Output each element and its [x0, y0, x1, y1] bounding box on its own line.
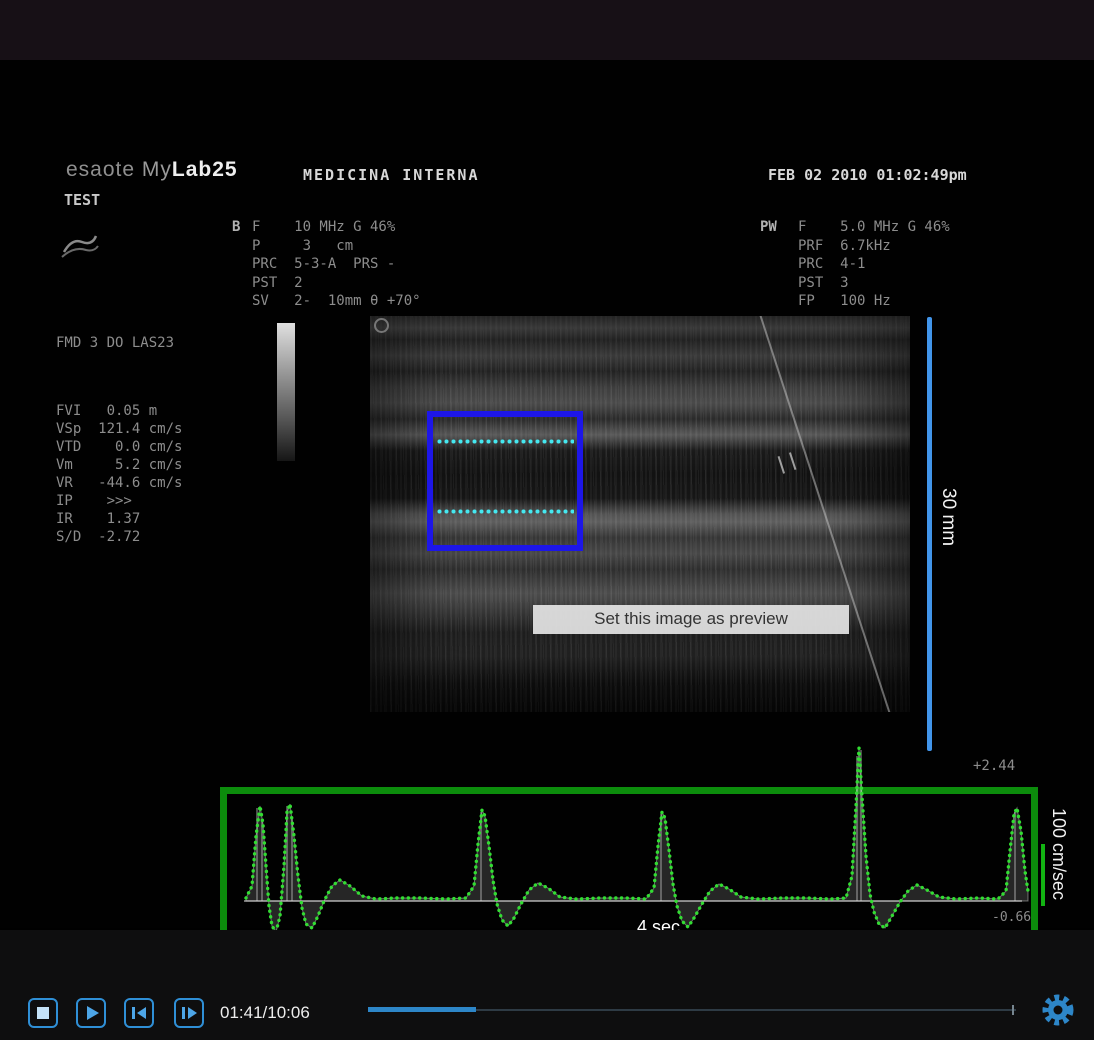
measurement-line: FVI 0.05 m	[56, 402, 182, 420]
top-bar	[0, 0, 1094, 60]
measurement-line: VTD 0.0 cm/s	[56, 438, 182, 456]
progress-fill	[368, 1007, 476, 1012]
player-bar: 01:41/10:06	[0, 930, 1094, 1040]
doppler-min-value: -0.66	[992, 909, 1031, 927]
b-mode-params: F 10 MHz G 46% P 3 cm PRC 5-3-A PRS - PS…	[252, 218, 421, 311]
next-frame-icon	[176, 1000, 202, 1026]
stop-button[interactable]	[28, 998, 58, 1028]
time-display: 01:41/10:06	[220, 1003, 310, 1023]
orientation-marker-icon	[374, 318, 389, 333]
probe-icon	[58, 228, 102, 262]
settings-button[interactable]	[1040, 992, 1076, 1028]
prev-frame-button[interactable]	[124, 998, 154, 1028]
prev-frame-icon	[126, 1000, 152, 1026]
study-label: FMD 3 DO LAS23	[56, 334, 174, 352]
department-label: MEDICINA INTERNA	[303, 166, 480, 184]
brand-text: esaote	[66, 158, 135, 181]
ultrasound-screen: esaote MyLab25 TEST MEDICINA INTERNA FEB…	[0, 60, 1094, 928]
measurement-line: IP >>>	[56, 492, 182, 510]
pw-mode-params: F 5.0 MHz G 46% PRF 6.7kHz PRC 4-1 PST 3…	[798, 218, 950, 311]
esaote-logo: esaote MyLab25	[66, 158, 238, 182]
depth-scale-line	[927, 317, 932, 751]
stop-icon	[30, 1000, 56, 1026]
imt-dots-near-wall	[436, 439, 574, 444]
b-param-line: F 10 MHz G 46%	[252, 218, 421, 237]
pw-param-line: PST 3	[798, 274, 950, 293]
roi-box	[427, 411, 583, 551]
model-prefix: My	[142, 158, 172, 181]
depth-scale-label: 30 mm	[937, 488, 959, 546]
pw-mode-label: PW	[760, 218, 777, 236]
pw-param-line: F 5.0 MHz G 46%	[798, 218, 950, 237]
measurement-line: S/D -2.72	[56, 528, 182, 546]
measurement-line: Vm 5.2 cm/s	[56, 456, 182, 474]
measurement-line: VSp 121.4 cm/s	[56, 420, 182, 438]
gear-icon	[1040, 992, 1076, 1028]
sample-volume-gate	[778, 452, 797, 473]
set-preview-button[interactable]: Set this image as preview	[533, 605, 849, 634]
datetime-label: FEB 02 2010 01:02:49pm	[768, 166, 967, 184]
progress-bar[interactable]	[368, 1004, 1016, 1016]
next-frame-button[interactable]	[174, 998, 204, 1028]
pw-param-line: PRF 6.7kHz	[798, 237, 950, 256]
b-mode-label: B	[232, 218, 240, 236]
model-text: Lab25	[172, 158, 238, 181]
velocity-scale-label: 100 cm/sec	[1048, 808, 1069, 900]
b-param-line: PRC 5-3-A PRS -	[252, 255, 421, 274]
b-param-line: P 3 cm	[252, 237, 421, 256]
imt-dots-far-wall	[436, 509, 574, 514]
pw-cursor-line	[757, 316, 907, 712]
measurement-line: IR 1.37	[56, 510, 182, 528]
doppler-max-value: +2.44	[973, 757, 1015, 775]
grayscale-bar	[277, 323, 295, 461]
b-param-line: PST 2	[252, 274, 421, 293]
measurements-panel: FVI 0.05 m VSp 121.4 cm/s VTD 0.0 cm/s V…	[56, 402, 182, 546]
patient-id: TEST	[64, 191, 100, 209]
app-window: esaote MyLab25 TEST MEDICINA INTERNA FEB…	[0, 0, 1094, 1040]
velocity-scale-line	[1041, 844, 1045, 906]
play-icon	[78, 1000, 104, 1026]
b-param-line: SV 2- 10mm θ +70°	[252, 292, 421, 311]
play-button[interactable]	[76, 998, 106, 1028]
progress-end-tick	[1012, 1005, 1014, 1015]
pw-param-line: FP 100 Hz	[798, 292, 950, 311]
measurement-line: VR -44.6 cm/s	[56, 474, 182, 492]
pw-param-line: PRC 4-1	[798, 255, 950, 274]
